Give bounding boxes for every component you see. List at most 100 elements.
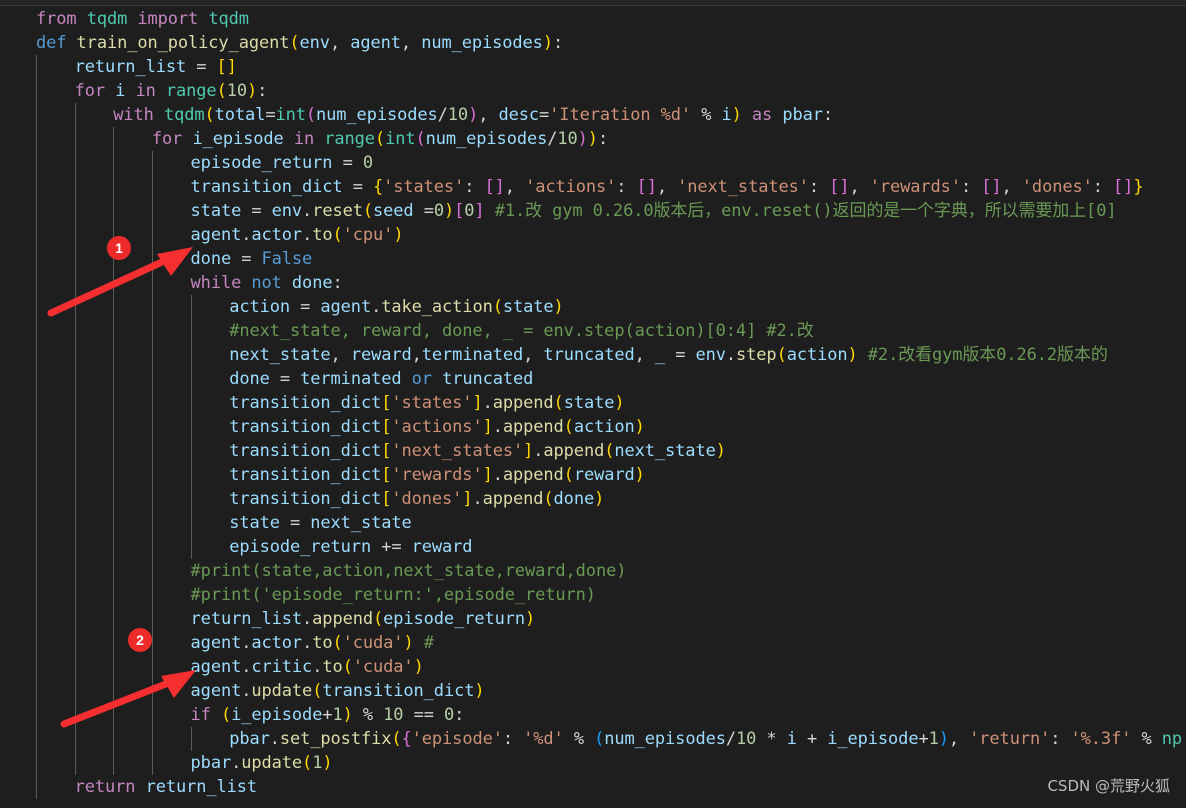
code-line[interactable]: for i_episode in range(int(num_episodes/… [0, 127, 1186, 151]
code-token: ( [563, 417, 574, 437]
code-token: reward [350, 345, 412, 365]
code-token: 'states' [391, 393, 473, 413]
code-line[interactable]: transition_dict['next_states'].append(ne… [0, 439, 1186, 463]
code-token: . [492, 465, 503, 485]
code-line[interactable]: from tqdm import tqdm [0, 7, 1186, 31]
code-line[interactable]: while not done: [0, 271, 1186, 295]
code-line[interactable]: agent.critic.to('cuda') [0, 655, 1186, 679]
code-token: pbar [782, 105, 823, 125]
code-token: = [279, 513, 311, 533]
code-token: transition_dict [229, 441, 382, 461]
code-token: num_episodes [316, 105, 438, 125]
code-line[interactable]: state = next_state [0, 511, 1186, 535]
code-token: [] [636, 177, 657, 197]
code-line[interactable]: episode_return += reward [0, 535, 1186, 559]
code-token: for [74, 81, 106, 101]
code-token: ) [577, 129, 588, 149]
code-token: ) [474, 681, 485, 701]
code-token: ( [776, 345, 787, 365]
code-token: reward [573, 465, 635, 485]
code-line[interactable]: return_list.append(episode_return) [0, 607, 1186, 631]
code-token: ( [332, 633, 343, 653]
code-line[interactable]: done = terminated or truncated [0, 367, 1186, 391]
code-token: transition_dict [229, 489, 382, 509]
code-line[interactable]: done = False [0, 247, 1186, 271]
code-token: ] [482, 465, 493, 485]
code-token: 1 [312, 753, 323, 773]
code-token: as [751, 105, 773, 125]
code-token: [] [981, 177, 1002, 197]
code-token: . [241, 633, 252, 653]
code-line[interactable]: #next_state, reward, done, _ = env.step(… [0, 319, 1186, 343]
code-line[interactable]: if (i_episode+1) % 10 == 0: [0, 703, 1186, 727]
code-token: done [291, 273, 333, 293]
code-line[interactable]: agent.update(transition_dict) [0, 679, 1186, 703]
code-token: i [721, 105, 732, 125]
code-token: ( [302, 753, 313, 773]
code-token: terminated [300, 369, 402, 389]
code-line[interactable]: with tqdm(total=int(num_episodes/10), de… [0, 103, 1186, 127]
code-token: tqdm [208, 9, 249, 29]
code-token: done [190, 249, 232, 269]
code-token: int [385, 129, 416, 149]
code-line[interactable]: next_state, reward,terminated, truncated… [0, 343, 1186, 367]
code-token: : [464, 177, 485, 197]
code-token: i_episode [827, 729, 919, 749]
code-token: == [403, 705, 444, 725]
code-token: next_state [310, 513, 412, 533]
code-token: agent [350, 33, 401, 53]
code-token: ) [322, 753, 333, 773]
code-token: = [539, 105, 550, 125]
code-token: i [786, 729, 797, 749]
code-token: { [401, 729, 412, 749]
code-line[interactable]: transition_dict['dones'].append(done) [0, 487, 1186, 511]
code-lines[interactable]: from tqdm import tqdm def train_on_policy… [0, 7, 1186, 799]
code-token: '%d' [523, 729, 564, 749]
code-token: % [691, 105, 722, 125]
code-token: from [36, 9, 77, 29]
code-token: reward [411, 537, 473, 557]
code-line[interactable]: return return_list [0, 775, 1186, 799]
code-line[interactable]: def train_on_policy_agent(env, agent, nu… [0, 31, 1186, 55]
code-line[interactable]: #print(state,action,next_state,reward,do… [0, 559, 1186, 583]
code-line[interactable]: transition_dict['states'].append(state) [0, 391, 1186, 415]
code-token: ) [614, 393, 625, 413]
code-line[interactable]: episode_return = 0 [0, 151, 1186, 175]
code-token: terminated [421, 345, 524, 365]
code-line[interactable]: transition_dict['rewards'].append(reward… [0, 463, 1186, 487]
code-token: [ [381, 417, 392, 437]
code-line[interactable]: action = agent.take_action(state) [0, 295, 1186, 319]
code-token: 0 [464, 201, 475, 221]
code-token: ) [403, 633, 414, 653]
code-token: state [563, 393, 615, 413]
code-token: i_episode [231, 705, 323, 725]
code-line[interactable]: state = env.reset(seed =0)[0] #1.改 gym 0… [0, 199, 1186, 223]
code-line[interactable]: for i in range(10): [0, 79, 1186, 103]
code-token: 'rewards' [869, 177, 961, 197]
code-token: 'return' [969, 729, 1051, 749]
code-token: ) [443, 201, 455, 221]
code-token: = [290, 297, 321, 317]
code-token: = [265, 105, 276, 125]
code-token: ( [372, 609, 384, 629]
code-token: transition_dict [229, 417, 382, 437]
code-line[interactable]: pbar.update(1) [0, 751, 1186, 775]
code-token: ) [847, 345, 858, 365]
code-token: = [413, 201, 434, 221]
code-token: 0 [362, 153, 373, 173]
code-token: transition_dict [190, 177, 343, 197]
code-surface[interactable]: from tqdm import tqdm def train_on_policy… [0, 7, 1186, 808]
code-line[interactable]: pbar.set_postfix({'episode': '%d' % (num… [0, 727, 1186, 751]
code-token: [] [484, 177, 505, 197]
code-line[interactable]: agent.actor.to('cpu') [0, 223, 1186, 247]
code-line[interactable]: transition_dict['actions'].append(action… [0, 415, 1186, 439]
code-token: #next_state, reward, done, _ = env.step(… [229, 321, 814, 341]
code-line[interactable]: return_list = [] [0, 55, 1186, 79]
code-token: total [214, 105, 266, 125]
code-token: * [756, 729, 787, 749]
code-line[interactable]: agent.actor.to('cuda') # [0, 631, 1186, 655]
code-line[interactable]: transition_dict = {'states': [], 'action… [0, 175, 1186, 199]
code-line[interactable]: #print('episode_return:',episode_return) [0, 583, 1186, 607]
